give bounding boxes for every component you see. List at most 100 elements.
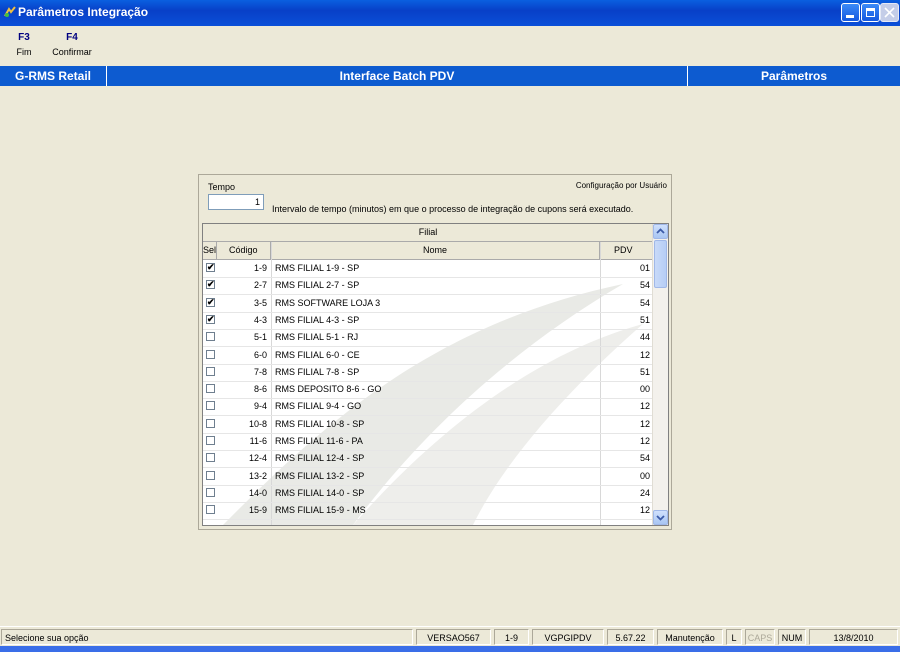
sel-cell[interactable] bbox=[203, 398, 217, 415]
tempo-input[interactable] bbox=[208, 194, 264, 210]
pdv-cell: 54 bbox=[639, 297, 650, 308]
taskbar-strip bbox=[0, 646, 900, 652]
sel-cell[interactable] bbox=[203, 381, 217, 398]
status-message: Selecione sua opção bbox=[1, 629, 413, 645]
pdv-cell: 12 bbox=[639, 349, 650, 360]
checkbox-icon[interactable] bbox=[206, 505, 215, 515]
parameters-panel: Tempo Configuração por Usuário Intervalo… bbox=[198, 174, 672, 530]
sel-cell[interactable] bbox=[203, 416, 217, 433]
nome-cell: RMS DEPOSITO 8-6 - GO bbox=[275, 384, 382, 395]
nome-cell: RMS FILIAL 5-1 - RJ bbox=[275, 332, 359, 343]
codigo-cell: 2-7 bbox=[253, 280, 267, 291]
header-module-name: Interface Batch PDV bbox=[339, 69, 455, 83]
filial-grid[interactable]: Filial Sel Código Nome PDV ✔ 1-9 RMS FILIA… bbox=[202, 223, 669, 526]
table-row[interactable]: 12-4 RMS FILIAL 12-4 - SP 54 bbox=[203, 450, 653, 469]
table-row[interactable]: 10-8 RMS FILIAL 10-8 - SP 12 bbox=[203, 416, 653, 434]
close-icon bbox=[884, 7, 895, 18]
codigo-cell: 8-6 bbox=[253, 384, 267, 395]
status-l: L bbox=[726, 629, 742, 645]
module-header: G-RMS Retail Interface Batch PDV Parâmet… bbox=[0, 66, 900, 86]
checkbox-icon[interactable] bbox=[206, 487, 215, 497]
col-header-sel[interactable]: Sel bbox=[203, 242, 217, 259]
f4-key-label: F4 bbox=[66, 32, 78, 43]
scroll-down-button[interactable] bbox=[653, 510, 668, 525]
pdv-cell: 12 bbox=[639, 505, 650, 516]
f4-action-label: Confirmar bbox=[52, 47, 92, 57]
grid-scrollbar[interactable] bbox=[652, 224, 668, 525]
table-row[interactable]: 5-1 RMS FILIAL 5-1 - RJ 44 bbox=[203, 329, 653, 348]
codigo-cell: 13-2 bbox=[248, 470, 267, 481]
codigo-cell: 14-0 bbox=[248, 487, 267, 498]
sel-cell[interactable] bbox=[203, 433, 217, 450]
checkbox-icon[interactable]: ✔ bbox=[206, 297, 215, 307]
title-bar: Parâmetros Integração bbox=[0, 0, 900, 26]
col-header-nome[interactable]: Nome bbox=[271, 242, 600, 259]
sel-cell[interactable] bbox=[203, 347, 217, 364]
sel-cell[interactable] bbox=[203, 329, 217, 346]
config-note: Configuração por Usuário bbox=[575, 181, 667, 190]
table-row[interactable]: 9-4 RMS FILIAL 9-4 - GO 12 bbox=[203, 398, 653, 417]
checkbox-icon[interactable] bbox=[206, 453, 215, 463]
checkbox-icon[interactable] bbox=[206, 349, 215, 359]
status-caps: CAPS bbox=[745, 629, 775, 645]
checkbox-icon[interactable] bbox=[206, 436, 215, 445]
sel-cell[interactable]: ✔ bbox=[203, 295, 217, 312]
status-program: VGPGIPDV bbox=[532, 629, 604, 645]
pdv-cell: 12 bbox=[639, 436, 650, 446]
table-row[interactable]: ✔ 2-7 RMS FILIAL 2-7 - SP 54 bbox=[203, 277, 653, 296]
table-row[interactable]: 15-9 RMS FILIAL 15-9 - MS 12 bbox=[203, 502, 653, 521]
sel-cell[interactable] bbox=[203, 468, 217, 485]
table-row[interactable]: ✔ 4-3 RMS FILIAL 4-3 - SP 51 bbox=[203, 312, 653, 330]
status-filial: 1-9 bbox=[494, 629, 529, 645]
codigo-cell: 15-9 bbox=[248, 505, 267, 516]
tempo-description: Intervalo de tempo (minutos) em que o pr… bbox=[272, 204, 634, 214]
f3-fim-button[interactable]: F3 Fim bbox=[12, 32, 36, 57]
codigo-cell: 12-4 bbox=[248, 453, 267, 464]
table-row[interactable]: 14-0 RMS FILIAL 14-0 - SP 24 bbox=[203, 485, 653, 503]
table-row[interactable]: ✔ 3-5 RMS SOFTWARE LOJA 3 54 bbox=[203, 295, 653, 313]
sel-cell[interactable]: ✔ bbox=[203, 260, 217, 277]
scroll-thumb[interactable] bbox=[654, 240, 667, 288]
pdv-cell: 51 bbox=[639, 366, 650, 377]
checkbox-icon[interactable] bbox=[206, 332, 215, 342]
sel-cell[interactable]: ✔ bbox=[203, 312, 217, 329]
col-header-pdv[interactable]: PDV bbox=[600, 242, 653, 259]
table-row[interactable]: 6-0 RMS FILIAL 6-0 - CE 12 bbox=[203, 347, 653, 365]
pdv-cell: 12 bbox=[639, 401, 650, 412]
nome-cell: RMS FILIAL 10-8 - SP bbox=[275, 418, 365, 429]
pdv-cell: 44 bbox=[639, 332, 650, 343]
col-header-codigo[interactable]: Código bbox=[217, 242, 271, 259]
table-row[interactable]: 13-2 RMS FILIAL 13-2 - SP 00 bbox=[203, 468, 653, 486]
scroll-up-button[interactable] bbox=[653, 224, 668, 239]
nome-cell: RMS FILIAL 7-8 - SP bbox=[275, 366, 360, 377]
table-row[interactable]: 8-6 RMS DEPOSITO 8-6 - GO 00 bbox=[203, 381, 653, 400]
checkbox-icon[interactable] bbox=[206, 401, 215, 411]
minimize-icon bbox=[846, 15, 854, 18]
checkbox-icon[interactable] bbox=[206, 384, 215, 394]
checkbox-icon[interactable]: ✔ bbox=[206, 263, 215, 272]
table-row[interactable]: 11-6 RMS FILIAL 11-6 - PA 12 bbox=[203, 433, 653, 451]
status-num: NUM bbox=[778, 629, 806, 645]
sel-cell[interactable] bbox=[203, 502, 217, 519]
checkbox-icon[interactable] bbox=[206, 470, 215, 480]
minimize-button[interactable] bbox=[841, 3, 860, 22]
status-date: 13/8/2010 bbox=[809, 629, 898, 645]
pdv-cell: 00 bbox=[639, 384, 650, 395]
table-row[interactable]: ✔ 1-9 RMS FILIAL 1-9 - SP 01 bbox=[203, 260, 653, 278]
checkbox-icon[interactable] bbox=[206, 418, 215, 428]
sel-cell[interactable] bbox=[203, 485, 217, 502]
sel-cell[interactable] bbox=[203, 364, 217, 381]
checkbox-icon[interactable]: ✔ bbox=[206, 314, 215, 324]
f3-action-label: Fim bbox=[16, 47, 32, 57]
close-button[interactable] bbox=[880, 3, 899, 22]
maximize-button[interactable] bbox=[861, 3, 880, 22]
nome-cell: RMS FILIAL 12-4 - SP bbox=[275, 453, 365, 464]
nome-cell: RMS FILIAL 15-9 - MS bbox=[275, 505, 366, 516]
sel-cell[interactable] bbox=[203, 450, 217, 467]
status-version: VERSAO567 bbox=[416, 629, 491, 645]
sel-cell[interactable]: ✔ bbox=[203, 277, 217, 294]
checkbox-icon[interactable]: ✔ bbox=[206, 280, 215, 290]
checkbox-icon[interactable] bbox=[206, 366, 215, 376]
table-row[interactable]: 7-8 RMS FILIAL 7-8 - SP 51 bbox=[203, 364, 653, 382]
f4-confirmar-button[interactable]: F4 Confirmar bbox=[48, 32, 96, 57]
